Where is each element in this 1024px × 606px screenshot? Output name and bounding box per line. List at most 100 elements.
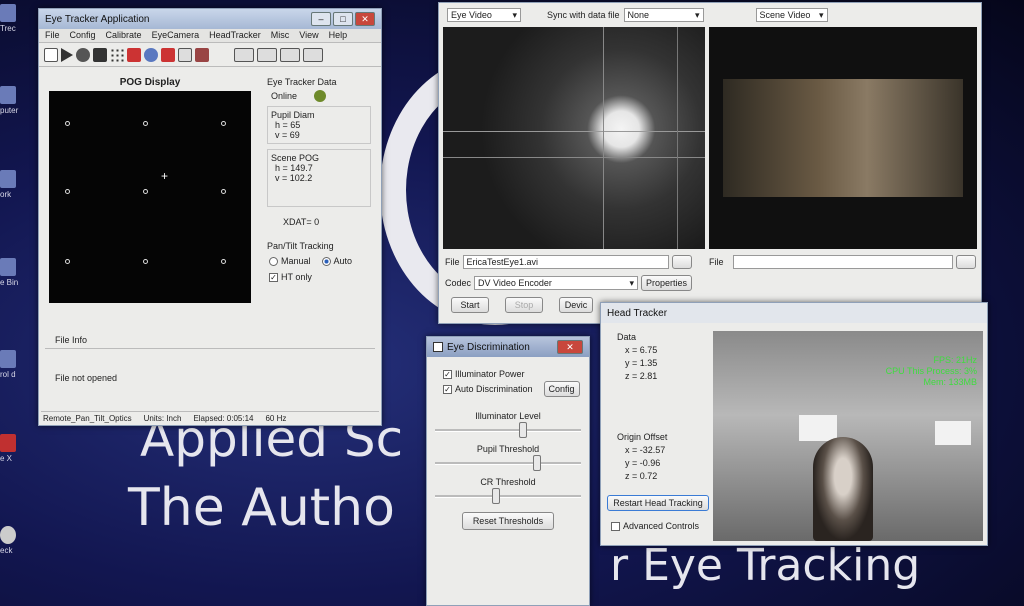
restart-head-tracking-button[interactable]: Restart Head Tracking <box>607 495 709 511</box>
menu-view[interactable]: View <box>299 30 318 41</box>
advanced-controls-row: Advanced Controls <box>611 521 699 531</box>
chevron-down-icon: ▾ <box>512 9 517 20</box>
browse-button-2[interactable] <box>955 255 976 269</box>
slider-thumb[interactable] <box>492 488 501 504</box>
origin-label: Origin Offset <box>617 432 668 442</box>
pupil-diam-group: Pupil Diam h = 65 v = 69 <box>267 106 371 144</box>
close-button[interactable]: ✕ <box>355 12 375 26</box>
file-status: File not opened <box>55 373 118 383</box>
stop-icon[interactable] <box>76 47 90 62</box>
scene-h: h = 149.7 <box>275 163 313 173</box>
ht-toggle-icon[interactable] <box>178 47 192 62</box>
menu-headtracker[interactable]: HeadTracker <box>209 30 261 41</box>
calibration-point <box>65 189 70 194</box>
manual-radio[interactable] <box>269 256 278 266</box>
title-bar[interactable]: Eye Discrimination ✕ <box>427 337 589 357</box>
eye-video-icon[interactable] <box>257 47 277 62</box>
menu-eyecamera[interactable]: EyeCamera <box>152 30 200 41</box>
codec-value: DV Video Encoder <box>478 278 552 288</box>
stop-button[interactable]: Stop <box>505 297 543 313</box>
gaze-cursor-icon: + <box>161 169 169 183</box>
save-icon[interactable] <box>93 47 107 62</box>
desktop-icon[interactable]: rol d <box>0 350 22 379</box>
eye-video-view <box>443 27 705 249</box>
illuminator-level-slider[interactable] <box>435 422 581 438</box>
scene-icon[interactable] <box>234 47 254 62</box>
auto-radio[interactable] <box>321 256 331 266</box>
data-label: Data <box>617 332 637 342</box>
scissors-icon[interactable] <box>161 47 175 62</box>
minimize-button[interactable]: – <box>311 12 331 26</box>
close-button[interactable]: ✕ <box>557 340 583 354</box>
pog-display-title: POG Display <box>119 77 181 88</box>
fps-overlay: FPS: 21Hz CPU This Process: 3% Mem: 133M… <box>886 355 977 388</box>
title-bar[interactable]: Head Tracker <box>601 303 987 323</box>
illuminator-power-checkbox[interactable]: ✓ <box>443 369 452 379</box>
desktop-icon[interactable]: puter <box>0 86 22 115</box>
auto-discrimination-checkbox[interactable]: ✓ <box>443 384 452 394</box>
scene-file-field[interactable] <box>732 255 953 269</box>
browse-button[interactable] <box>671 255 692 269</box>
desktop-icon-label: puter <box>0 106 19 115</box>
target-icon[interactable] <box>195 47 209 62</box>
start-button[interactable]: Start <box>451 297 489 313</box>
menu-misc[interactable]: Misc <box>271 30 290 41</box>
desktop-icon[interactable]: eck <box>0 526 22 555</box>
crosshair-horizontal-2 <box>443 157 705 158</box>
sync-label: Sync with data file <box>547 10 620 20</box>
file-row: File EricaTestEye1.avi <box>445 255 692 269</box>
pantilt-label: Pan/Tilt Tracking <box>267 241 334 251</box>
codec-label: Codec <box>445 278 472 288</box>
menu-calibrate[interactable]: Calibrate <box>106 30 142 41</box>
sync-select[interactable]: None ▾ <box>623 8 704 22</box>
origin-y: y = -0.96 <box>625 458 661 468</box>
eye-file-field[interactable]: EricaTestEye1.avi <box>462 255 669 269</box>
scene-video-icon[interactable] <box>280 47 300 62</box>
log-icon[interactable] <box>303 47 323 62</box>
ht-only-checkbox[interactable]: ✓ <box>269 272 278 282</box>
maximize-button[interactable]: □ <box>333 12 353 26</box>
eye-icon[interactable] <box>144 47 158 62</box>
codec-row: Codec DV Video Encoder ▾ Properties <box>445 275 693 291</box>
config-button[interactable]: Config <box>543 381 580 397</box>
codec-select[interactable]: DV Video Encoder ▾ <box>474 276 639 290</box>
play-icon[interactable] <box>61 47 73 62</box>
status-elapsed: Elapsed: 0:05:14 <box>193 414 254 423</box>
pupil-threshold-label: Pupil Threshold <box>476 444 540 454</box>
new-file-icon[interactable] <box>44 47 58 62</box>
desktop-icon-label: rol d <box>0 370 16 379</box>
cr-threshold-slider[interactable] <box>435 488 581 504</box>
reset-thresholds-button[interactable]: Reset Thresholds <box>461 512 555 530</box>
head-tracker-camera-view: FPS: 21Hz CPU This Process: 3% Mem: 133M… <box>713 331 983 541</box>
slider-thumb[interactable] <box>518 422 527 438</box>
device-button[interactable]: Devic <box>559 297 593 313</box>
desktop-icon[interactable]: e X <box>0 434 22 463</box>
eye-video-label: Eye Video <box>451 10 492 20</box>
online-status: Online <box>271 91 298 101</box>
calibration-point <box>143 121 148 126</box>
calibrate-points-icon[interactable] <box>127 47 141 62</box>
properties-button[interactable]: Properties <box>641 275 693 291</box>
eye-video-select[interactable]: Eye Video ▾ <box>447 8 521 22</box>
mem-text: Mem: 133MB <box>923 377 977 387</box>
title-bar[interactable]: Eye Tracker Application – □ ✕ <box>39 9 381 29</box>
scene-video-frame <box>723 79 963 197</box>
menu-file[interactable]: File <box>45 30 60 41</box>
status-units: Units: Inch <box>143 414 182 423</box>
recycle-bin-icon[interactable]: e Bin <box>0 258 22 287</box>
menu-help[interactable]: Help <box>329 30 348 41</box>
scene-video-select[interactable]: Scene Video ▾ <box>755 8 828 22</box>
desktop-icon[interactable]: Trec <box>0 4 22 33</box>
menu-config[interactable]: Config <box>70 30 96 41</box>
calibration-point <box>221 121 226 126</box>
advanced-controls-checkbox[interactable] <box>611 521 620 531</box>
manual-label: Manual <box>281 256 311 266</box>
calibration-grid-icon[interactable] <box>110 47 124 62</box>
auto-label: Auto <box>333 256 353 266</box>
slider-thumb[interactable] <box>533 455 542 471</box>
window-title: Eye Discrimination <box>447 341 530 353</box>
pupil-threshold-slider[interactable] <box>435 455 581 471</box>
desktop-icon-label: e Bin <box>0 278 19 287</box>
pupil-v: v = 69 <box>275 130 300 140</box>
desktop-icon[interactable]: ork <box>0 170 22 199</box>
